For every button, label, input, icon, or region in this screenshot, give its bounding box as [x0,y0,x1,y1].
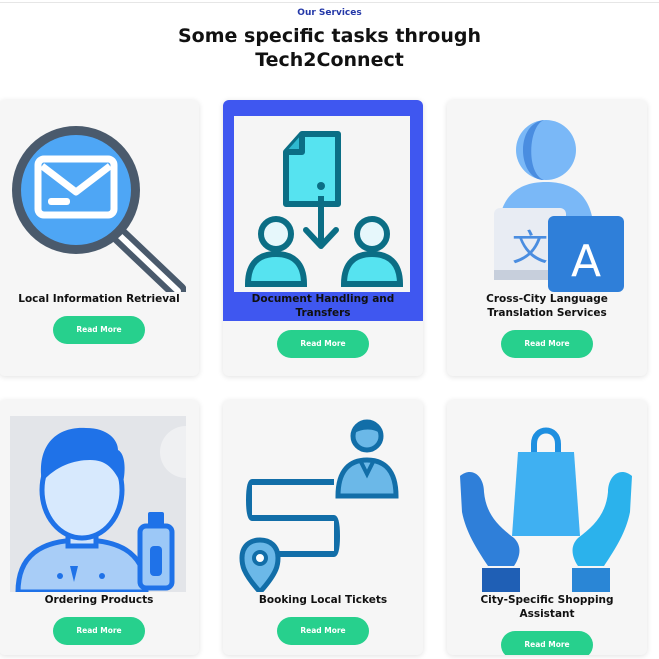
read-more-button[interactable]: Read More [501,330,593,358]
hands-shopping-bag-icon [458,416,634,592]
card-title: Ordering Products [44,594,154,606]
section-title: Some specific tasks through Tech2Connect [177,25,482,71]
service-card-local-information: Local Information Retrieval Read More [0,100,199,376]
service-card-document-handling: Document Handling and Transfers Read Mor… [223,100,423,376]
card-title: Document Handling and Transfers [251,293,395,319]
route-ticket-icon [234,416,410,592]
service-card-shopping-assistant: City-Specific Shopping Assistant Read Mo… [447,400,647,655]
magnifier-mail-icon [10,116,186,292]
section-eyebrow: Our Services [297,8,362,18]
service-card-ordering-products: Ordering Products Read More [0,400,199,655]
card-title: Local Information Retrieval [18,293,180,305]
document-transfer-icon [234,116,410,292]
card-title: Cross-City Language Translation Services [486,293,608,319]
service-card-translation: 文 A Cross-City Language Translation Serv… [447,100,647,376]
svg-text:A: A [571,236,601,287]
read-more-button[interactable]: Read More [277,617,369,645]
read-more-button[interactable]: Read More [53,617,145,645]
svg-text:文: 文 [512,228,548,269]
service-card-booking-tickets: Booking Local Tickets Read More [223,400,423,655]
read-more-button[interactable]: Read More [53,316,145,344]
services-section: Our Services Some specific tasks through… [0,0,659,659]
read-more-button[interactable]: Read More [277,330,369,358]
card-title: Booking Local Tickets [258,594,388,606]
divider [0,2,659,3]
translation-person-icon: 文 A [458,116,634,292]
card-title: City-Specific Shopping Assistant [480,594,614,620]
person-order-icon [10,416,186,592]
read-more-button[interactable]: Read More [501,631,593,655]
